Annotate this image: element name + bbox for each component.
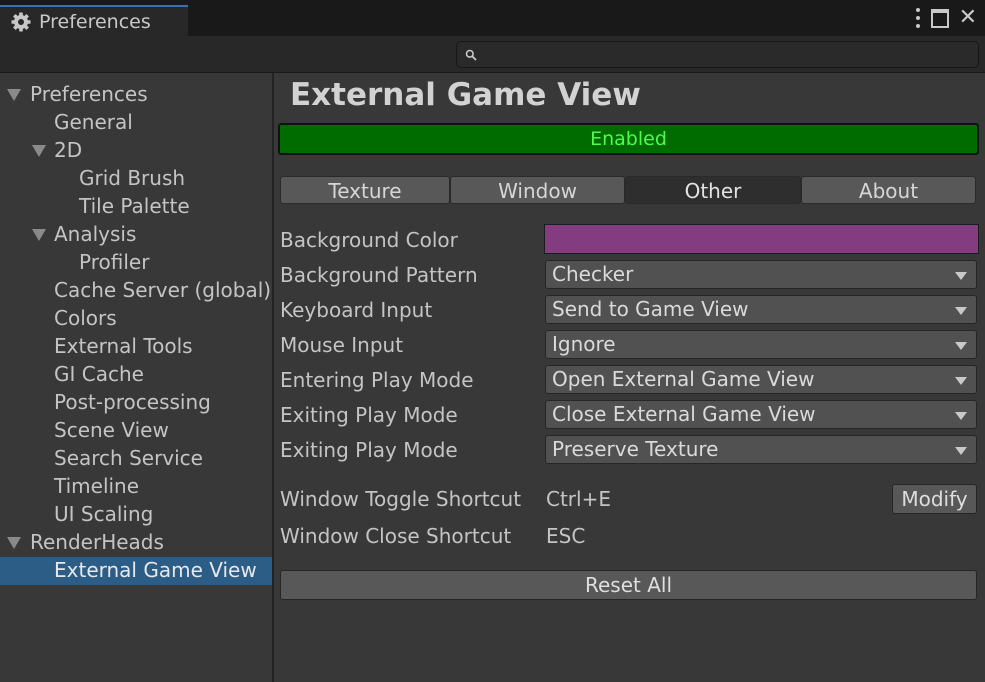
gear-icon [11, 12, 31, 31]
sidebar-item-preferences[interactable]: Preferences [30, 80, 148, 108]
expand-arrow-icon[interactable] [32, 145, 46, 157]
window-toggle-shortcut-label: Window Toggle Shortcut [280, 487, 522, 511]
sidebar-item-search-service[interactable]: Search Service [54, 444, 203, 472]
background-color-label: Background Color [280, 228, 458, 252]
dropdown-arrow-icon [955, 447, 967, 455]
mouse-input-value: Ignore [552, 332, 616, 356]
keyboard-input-label: Keyboard Input [280, 298, 433, 322]
background-pattern-dropdown[interactable]: Checker [545, 260, 977, 289]
window-tab-preferences[interactable]: Preferences [0, 5, 188, 36]
exiting-play-mode-label: Exiting Play Mode [280, 403, 458, 427]
tab-about[interactable]: About [801, 176, 976, 204]
exiting-play-mode-texture-label: Exiting Play Mode [280, 438, 458, 462]
more-options-icon[interactable] [915, 8, 921, 28]
tab-window[interactable]: Window [450, 176, 625, 204]
window-close-shortcut-value: ESC [546, 524, 586, 548]
exiting-play-mode-texture-dropdown[interactable]: Preserve Texture [545, 435, 977, 464]
exiting-play-mode-value: Close External Game View [552, 402, 816, 426]
tab-other[interactable]: Other [625, 176, 801, 204]
entering-play-mode-value: Open External Game View [552, 367, 815, 391]
background-color-swatch[interactable] [544, 224, 979, 254]
sidebar-item-renderheads[interactable]: RenderHeads [30, 528, 164, 556]
dropdown-arrow-icon [955, 412, 967, 420]
background-pattern-label: Background Pattern [280, 263, 478, 287]
search-icon [465, 49, 477, 61]
keyboard-input-value: Send to Game View [552, 297, 749, 321]
sidebar-item-post-processing[interactable]: Post-processing [54, 388, 211, 416]
reset-all-button[interactable]: Reset All [280, 570, 977, 600]
sidebar-item-analysis[interactable]: Analysis [54, 220, 136, 248]
tab-bar: Texture Window Other About [280, 176, 976, 204]
dropdown-arrow-icon [955, 272, 967, 280]
dropdown-arrow-icon [955, 342, 967, 350]
sidebar-item-ui-scaling[interactable]: UI Scaling [54, 500, 153, 528]
sidebar-item-scene-view[interactable]: Scene View [54, 416, 169, 444]
expand-arrow-icon[interactable] [7, 537, 21, 549]
expand-arrow-icon[interactable] [32, 229, 46, 241]
window-controls: ✕ [915, 7, 977, 29]
sidebar-tree: Preferences General 2D Grid Brush Tile P… [0, 73, 274, 682]
maximize-icon[interactable] [930, 8, 949, 28]
sidebar-item-timeline[interactable]: Timeline [54, 472, 139, 500]
exiting-play-mode-dropdown[interactable]: Close External Game View [545, 400, 977, 429]
close-icon[interactable]: ✕ [959, 7, 977, 29]
sidebar-item-colors[interactable]: Colors [54, 304, 117, 332]
background-pattern-value: Checker [552, 262, 634, 286]
mouse-input-label: Mouse Input [280, 333, 404, 357]
page-title: External Game View [290, 77, 641, 113]
sidebar-item-gi-cache[interactable]: GI Cache [54, 360, 144, 388]
window-tab-label: Preferences [39, 10, 151, 33]
exiting-play-mode-texture-value: Preserve Texture [552, 437, 719, 461]
dropdown-arrow-icon [955, 307, 967, 315]
sidebar-item-2d[interactable]: 2D [54, 136, 82, 164]
window-toggle-shortcut-value: Ctrl+E [546, 487, 611, 511]
keyboard-input-dropdown[interactable]: Send to Game View [545, 295, 977, 324]
sidebar-item-external-game-view[interactable]: External Game View [54, 556, 257, 584]
sidebar-item-cache-server[interactable]: Cache Server (global) [54, 276, 271, 304]
modify-shortcut-button[interactable]: Modify [892, 484, 977, 514]
settings-panel: External Game View Enabled Texture Windo… [274, 73, 985, 682]
expand-arrow-icon[interactable] [7, 89, 21, 101]
sidebar-item-grid-brush[interactable]: Grid Brush [79, 164, 185, 192]
title-bar: Preferences ✕ [0, 0, 985, 36]
entering-play-mode-label: Entering Play Mode [280, 368, 474, 392]
tab-texture[interactable]: Texture [280, 176, 450, 204]
sidebar-item-external-tools[interactable]: External Tools [54, 332, 193, 360]
toolbar [0, 36, 985, 73]
window-close-shortcut-label: Window Close Shortcut [280, 524, 512, 548]
entering-play-mode-dropdown[interactable]: Open External Game View [545, 365, 977, 394]
sidebar-item-tile-palette[interactable]: Tile Palette [79, 192, 190, 220]
sidebar-item-general[interactable]: General [54, 108, 133, 136]
mouse-input-dropdown[interactable]: Ignore [545, 330, 977, 359]
enabled-toggle-button[interactable]: Enabled [278, 123, 979, 155]
dropdown-arrow-icon [955, 377, 967, 385]
search-input[interactable] [456, 41, 979, 68]
sidebar-item-profiler[interactable]: Profiler [79, 248, 149, 276]
